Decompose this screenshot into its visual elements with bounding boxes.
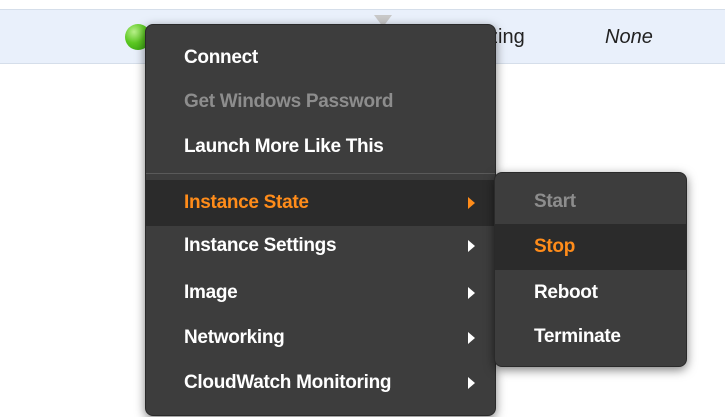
menu-item-label: Instance Settings: [184, 235, 337, 256]
context-menu: Connect Get Windows Password Launch More…: [145, 24, 496, 416]
menu-item-label: Instance State: [184, 192, 309, 213]
none-value: None: [605, 26, 653, 48]
menu-separator: [146, 173, 495, 174]
menu-item-get-windows-password: Get Windows Password: [146, 79, 495, 125]
menu-item-label: CloudWatch Monitoring: [184, 372, 392, 393]
menu-item-launch-more-like-this[interactable]: Launch More Like This: [146, 124, 495, 170]
menu-item-instance-settings[interactable]: Instance Settings: [146, 223, 495, 269]
instance-state-submenu: Start Stop Reboot Terminate: [494, 172, 687, 367]
menu-item-networking[interactable]: Networking: [146, 315, 495, 361]
menu-item-image[interactable]: Image: [146, 270, 495, 316]
submenu-item-reboot[interactable]: Reboot: [495, 270, 686, 316]
submenu-item-start: Start: [495, 179, 686, 225]
chevron-right-icon: [468, 240, 475, 252]
submenu-item-stop[interactable]: Stop: [495, 224, 686, 270]
menu-item-label: Networking: [184, 327, 285, 348]
chevron-right-icon: [468, 332, 475, 344]
submenu-item-label: Reboot: [534, 282, 598, 303]
submenu-item-terminate[interactable]: Terminate: [495, 314, 686, 360]
chevron-right-icon: [468, 197, 475, 209]
menu-item-connect[interactable]: Connect: [146, 35, 495, 81]
menu-item-label: Get Windows Password: [184, 91, 394, 112]
menu-item-label: Image: [184, 282, 238, 303]
submenu-item-label: Stop: [534, 236, 576, 257]
submenu-item-label: Start: [534, 191, 576, 212]
menu-item-cloudwatch-monitoring[interactable]: CloudWatch Monitoring: [146, 360, 495, 406]
chevron-right-icon: [468, 287, 475, 299]
menu-item-label: Launch More Like This: [184, 136, 384, 157]
submenu-item-label: Terminate: [534, 326, 621, 347]
menu-item-label: Connect: [184, 47, 258, 68]
chevron-right-icon: [468, 377, 475, 389]
menu-item-instance-state[interactable]: Instance State: [146, 180, 495, 226]
